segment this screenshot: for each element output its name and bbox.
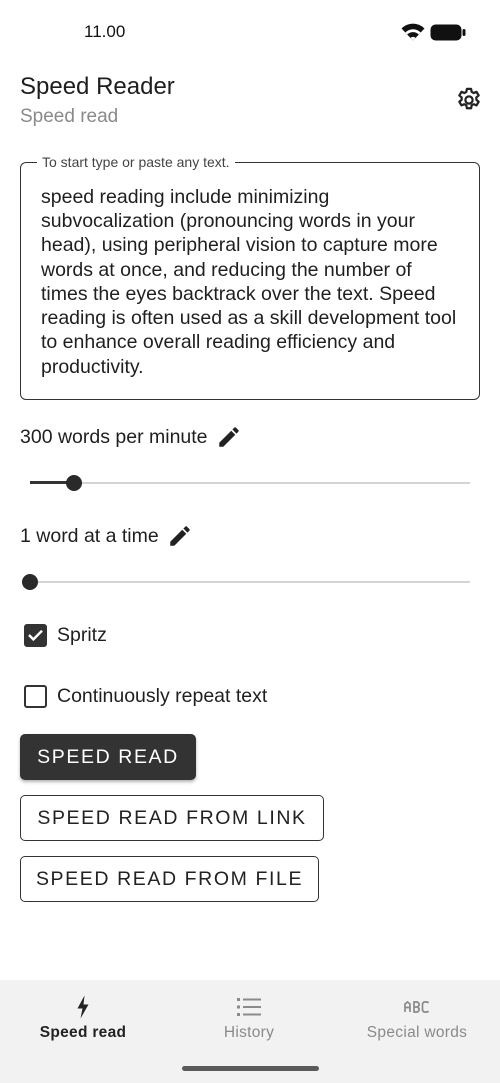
text-field-content: speed reading include minimizing subvoca… — [41, 185, 457, 378]
text-field-viewport[interactable]: speed reading include minimizing subvoca… — [41, 181, 459, 381]
nav-label-special-words: Special words — [366, 1024, 468, 1041]
gear-icon — [458, 87, 480, 110]
chunk-setting: 1 word at a time — [20, 523, 193, 549]
home-indicator[interactable] — [182, 1066, 319, 1071]
nav-item-speed-read[interactable]: Speed read — [0, 980, 166, 1056]
list-icon — [237, 998, 261, 1016]
check-icon — [28, 629, 43, 642]
speed-slider-track — [30, 482, 470, 484]
nav-label-history: History — [223, 1024, 275, 1041]
speed-read-from-link-button[interactable]: SPEED READ FROM LINK — [20, 795, 324, 841]
edit-speed-icon[interactable] — [216, 424, 242, 450]
battery-icon — [430, 24, 466, 41]
speed-read-from-file-button[interactable]: SPEED READ FROM FILE — [20, 856, 319, 902]
speed-slider[interactable] — [30, 473, 470, 493]
nav-item-history[interactable]: History — [166, 980, 332, 1056]
status-bar: 11.00 — [0, 0, 500, 64]
text-field-label: To start type or paste any text. — [37, 154, 235, 170]
repeat-checkbox[interactable] — [24, 685, 47, 708]
app-subtitle: Speed read — [20, 106, 119, 127]
chunk-slider-track — [30, 581, 470, 583]
nav-item-special-words[interactable]: Special words — [334, 980, 500, 1056]
text-input-field[interactable]: To start type or paste any text. speed r… — [20, 154, 480, 400]
spritz-checkbox[interactable] — [24, 624, 47, 647]
repeat-checkbox-row[interactable]: Continuously repeat text — [24, 685, 267, 708]
speed-label: 300 words per minute — [20, 425, 208, 448]
chunk-label: 1 word at a time — [20, 524, 159, 547]
settings-button[interactable] — [452, 83, 486, 117]
app-title: Speed Reader — [20, 73, 175, 100]
speed-slider-thumb[interactable] — [66, 475, 82, 491]
chunk-slider-thumb[interactable] — [22, 574, 38, 590]
wifi-icon — [401, 23, 425, 41]
status-time: 11.00 — [84, 22, 126, 41]
nav-label-speed-read: Speed read — [39, 1024, 127, 1041]
spritz-checkbox-row[interactable]: Spritz — [24, 624, 107, 647]
abc-icon — [404, 1001, 430, 1013]
repeat-label: Continuously repeat text — [57, 685, 268, 707]
speed-setting: 300 words per minute — [20, 424, 242, 450]
speed-read-button[interactable]: SPEED READ — [20, 734, 196, 780]
chunk-slider[interactable] — [22, 572, 470, 592]
edit-chunk-icon[interactable] — [167, 523, 193, 549]
spritz-label: Spritz — [57, 624, 107, 646]
bolt-icon — [77, 995, 89, 1019]
